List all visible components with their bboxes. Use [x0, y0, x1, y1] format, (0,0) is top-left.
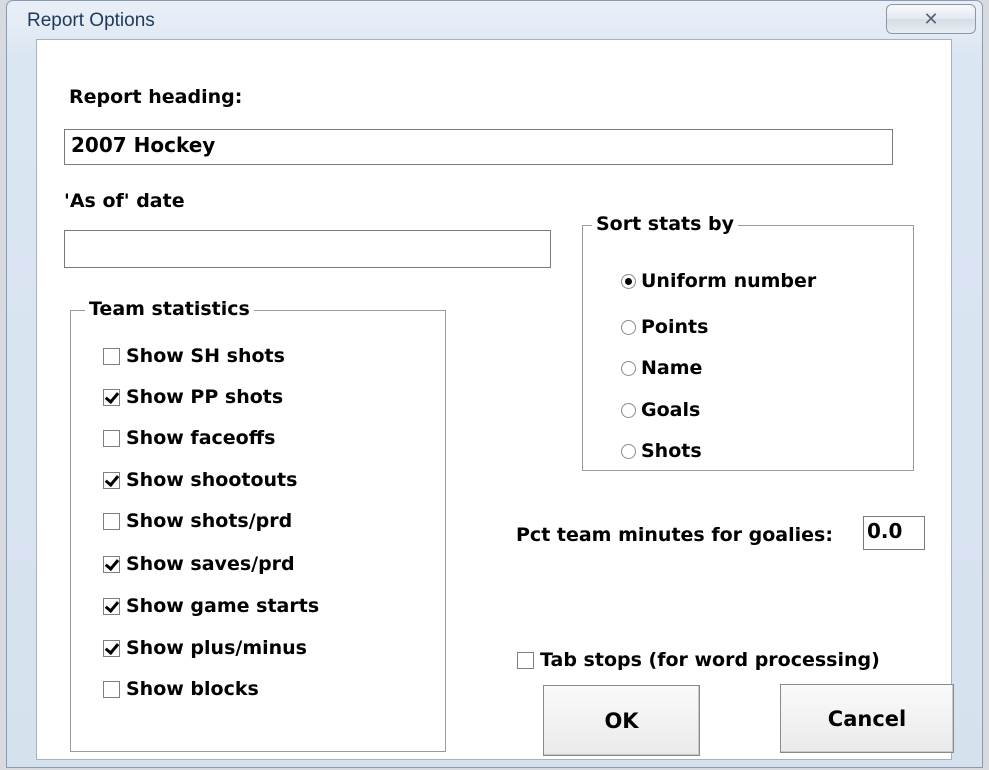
sort-option-row[interactable]: Points — [621, 314, 708, 340]
sort-stats-legend: Sort stats by — [592, 213, 739, 235]
team-stat-checkbox-row[interactable]: Show SH shots — [103, 343, 285, 369]
ok-button[interactable]: OK — [543, 685, 700, 756]
team-stat-checkbox-row[interactable]: Show saves/prd — [103, 551, 295, 577]
tab-stops-checkbox-row[interactable]: Tab stops (for word processing) — [517, 647, 880, 673]
sort-option-label: Shots — [641, 440, 702, 462]
as-of-date-input[interactable] — [64, 230, 551, 268]
sort-option-radio[interactable] — [621, 360, 636, 376]
team-stat-label: Show game starts — [126, 595, 320, 617]
team-stat-label: Show plus/minus — [126, 637, 307, 659]
team-stat-checkbox-row[interactable]: Show plus/minus — [103, 635, 307, 661]
team-stat-label: Show SH shots — [126, 345, 285, 367]
team-stat-label: Show faceoffs — [126, 427, 276, 449]
as-of-date-label: 'As of' date — [64, 190, 185, 212]
team-stat-checkbox[interactable] — [103, 680, 120, 698]
team-stat-checkbox[interactable] — [103, 555, 120, 573]
sort-option-radio[interactable] — [621, 443, 636, 459]
team-stat-label: Show shootouts — [126, 469, 298, 491]
team-stat-checkbox-row[interactable]: Show shots/prd — [103, 508, 292, 534]
team-stat-checkbox[interactable] — [103, 639, 120, 657]
team-stat-label: Show blocks — [126, 678, 259, 700]
window-title: Report Options — [27, 10, 155, 31]
team-stat-checkbox-row[interactable]: Show faceoffs — [103, 425, 275, 451]
team-stat-checkbox-row[interactable]: Show game starts — [103, 593, 319, 619]
team-statistics-legend: Team statistics — [85, 298, 254, 320]
report-heading-input[interactable]: 2007 Hockey — [64, 129, 893, 165]
close-button[interactable]: ✕ — [886, 4, 976, 34]
tab-stops-label: Tab stops (for word processing) — [540, 649, 880, 671]
team-stat-label: Show saves/prd — [126, 553, 295, 575]
close-icon: ✕ — [923, 8, 939, 30]
sort-option-row[interactable]: Goals — [621, 397, 700, 423]
team-stat-checkbox[interactable] — [103, 347, 120, 365]
report-heading-label: Report heading: — [69, 86, 243, 108]
team-stat-checkbox-row[interactable]: Show shootouts — [103, 467, 297, 493]
title-bar[interactable]: Report Options ✕ — [7, 1, 982, 39]
tab-stops-checkbox[interactable] — [517, 651, 534, 669]
team-stat-label: Show shots/prd — [126, 510, 293, 532]
team-stat-checkbox[interactable] — [103, 471, 120, 489]
team-stat-checkbox[interactable] — [103, 429, 120, 447]
sort-option-radio[interactable] — [621, 402, 636, 418]
goalie-minutes-label: Pct team minutes for goalies: — [516, 524, 833, 546]
team-stat-label: Show PP shots — [126, 386, 284, 408]
sort-option-label: Uniform number — [641, 270, 817, 292]
team-stat-checkbox[interactable] — [103, 512, 120, 530]
sort-option-radio[interactable] — [621, 273, 636, 289]
goalie-minutes-input[interactable]: 0.0 — [863, 516, 925, 550]
sort-option-row[interactable]: Shots — [621, 438, 702, 464]
sort-option-radio[interactable] — [621, 319, 636, 335]
team-stat-checkbox[interactable] — [103, 388, 120, 406]
team-stat-checkbox-row[interactable]: Show PP shots — [103, 384, 283, 410]
sort-option-row[interactable]: Uniform number — [621, 268, 816, 294]
cancel-button[interactable]: Cancel — [780, 684, 954, 753]
sort-stats-group: Sort stats by — [582, 213, 914, 471]
team-stat-checkbox[interactable] — [103, 597, 120, 615]
report-options-dialog: Report Options ✕ Report heading: 2007 Ho… — [6, 0, 983, 768]
sort-option-label: Goals — [641, 399, 701, 421]
sort-option-label: Name — [641, 357, 703, 379]
sort-option-row[interactable]: Name — [621, 355, 702, 381]
team-stat-checkbox-row[interactable]: Show blocks — [103, 676, 259, 702]
sort-option-label: Points — [641, 316, 709, 338]
dialog-client-area: Report heading: 2007 Hockey 'As of' date… — [36, 39, 954, 760]
